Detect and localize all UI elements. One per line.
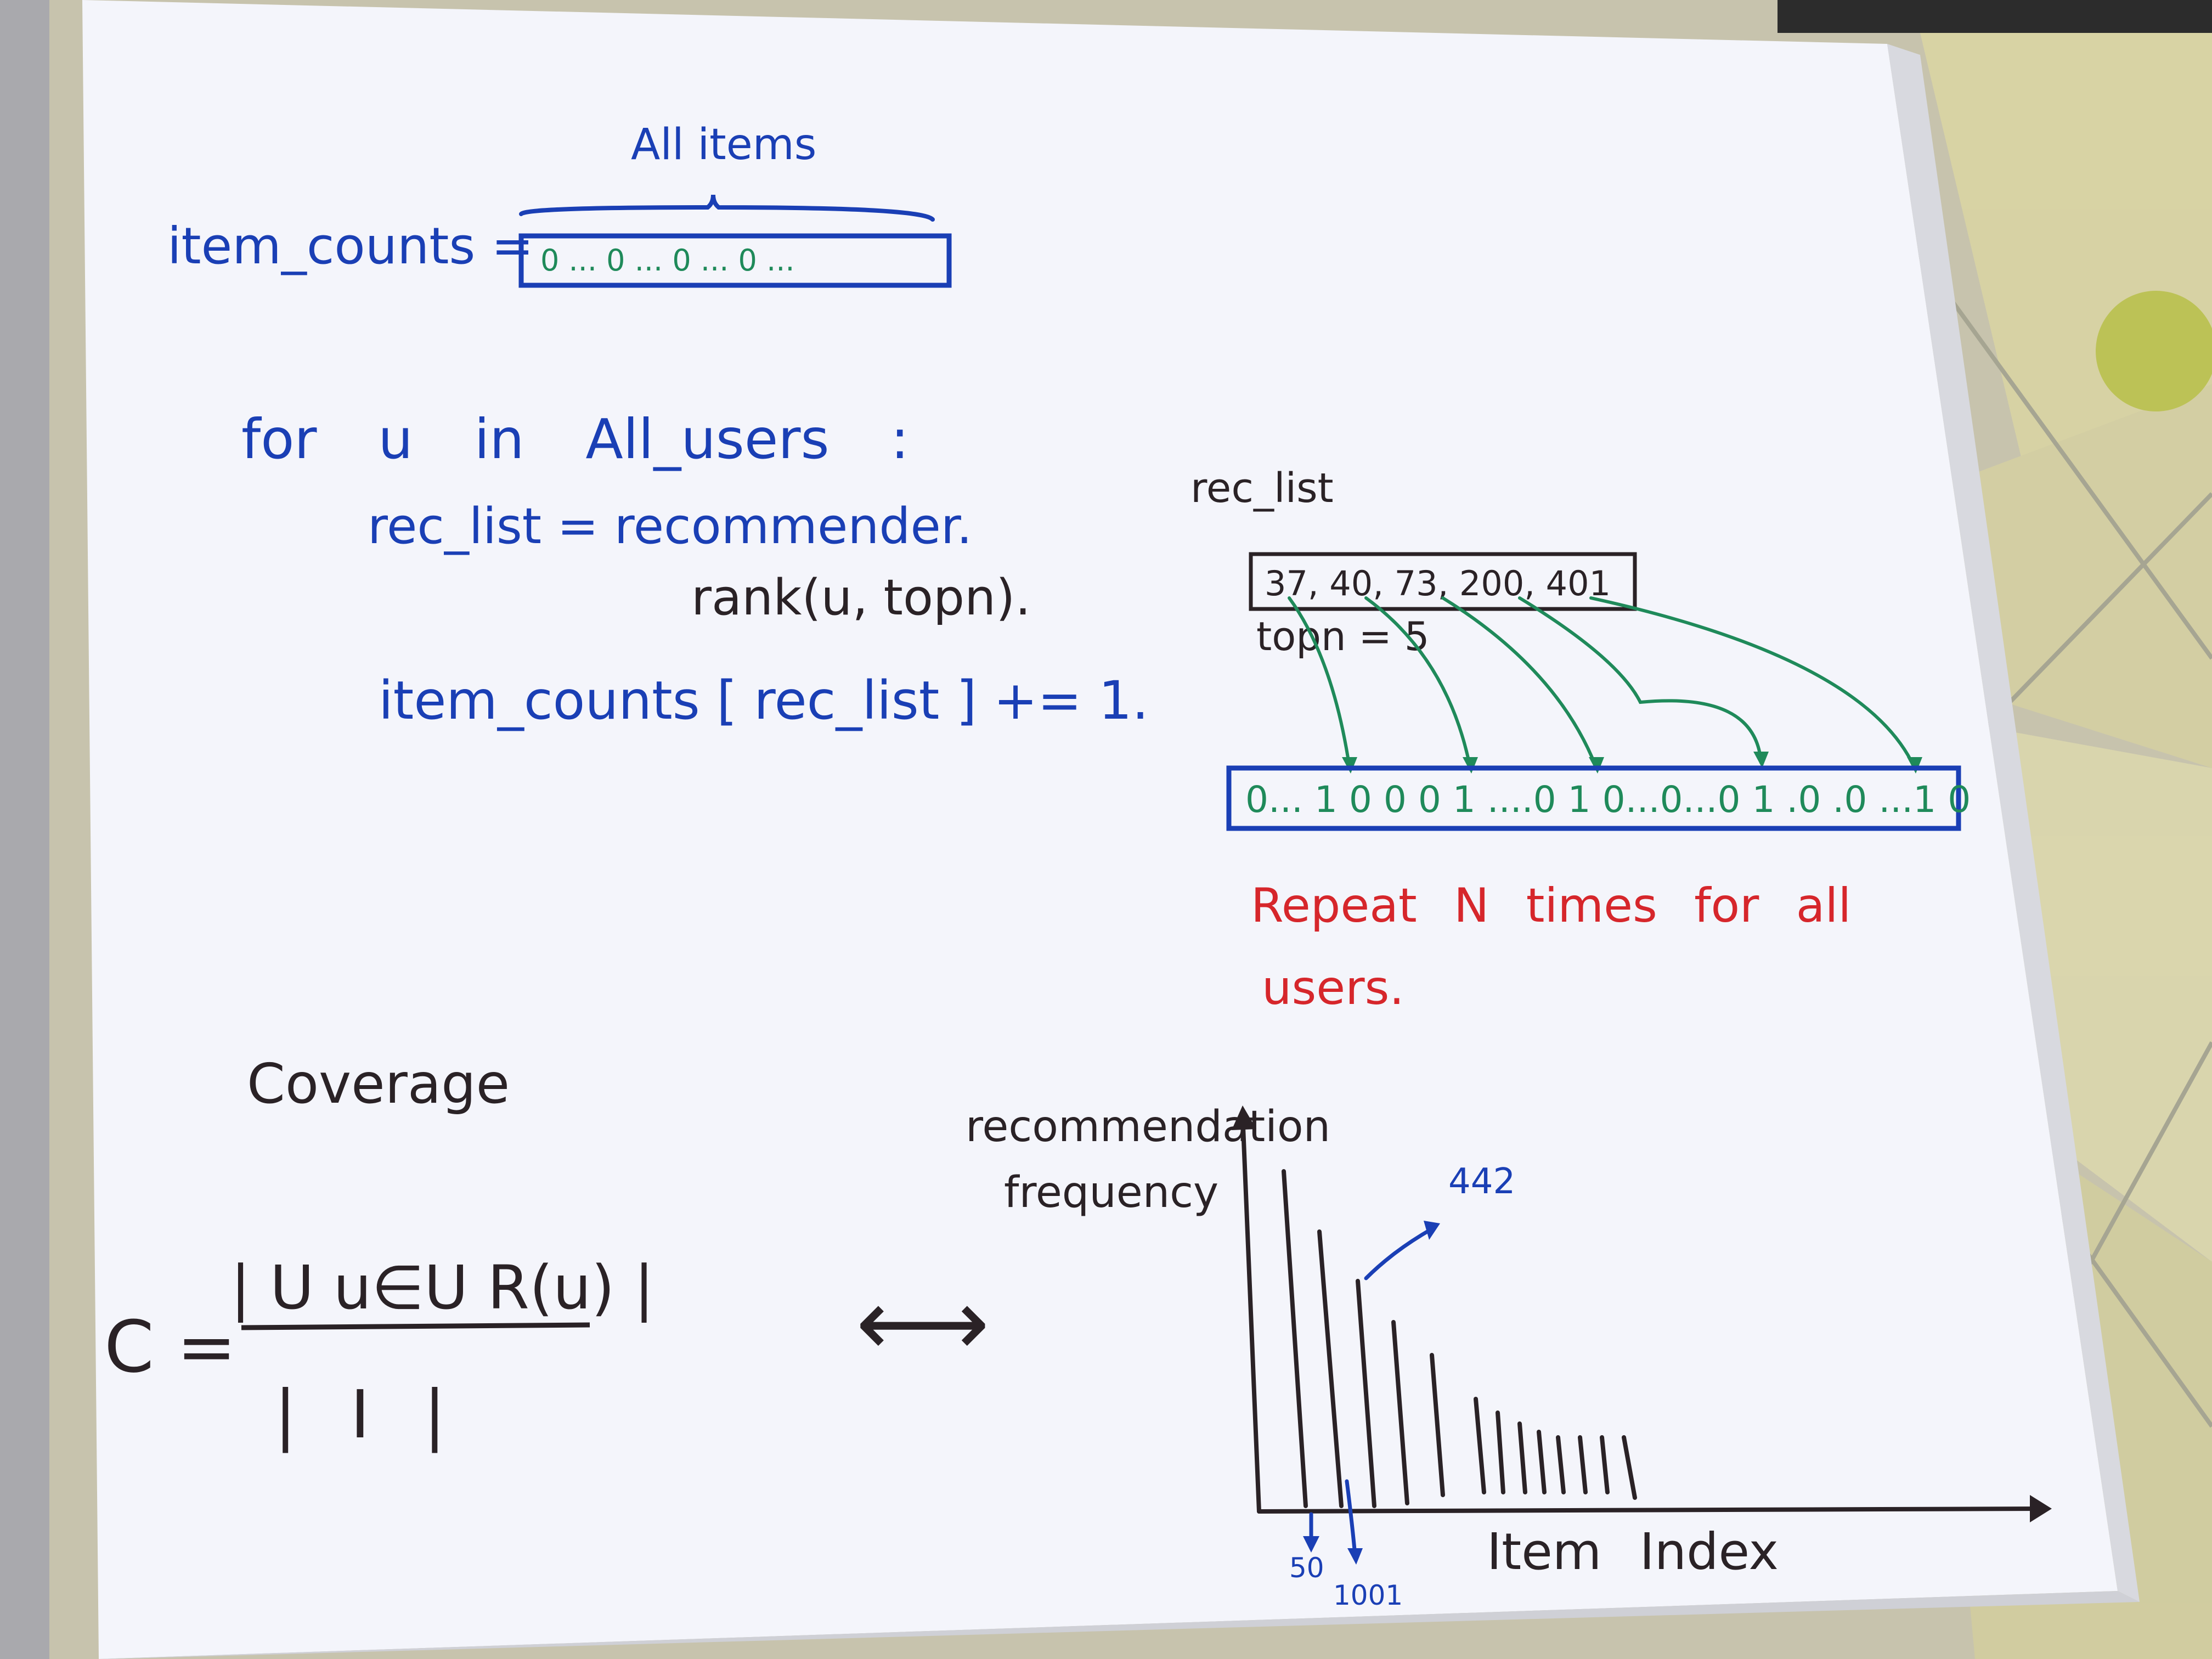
fraction-bar (241, 1322, 590, 1330)
repeat-note-line-2: users. (1262, 961, 1404, 1015)
double-arrow-icon: ⟷ (856, 1269, 990, 1378)
x-tick-50: 50 (1289, 1552, 1324, 1584)
formula-lhs: C = (104, 1305, 236, 1389)
pen (1778, 0, 2212, 33)
x-axis-label: Item Index (1487, 1522, 1779, 1581)
repeat-note-line-1: Repeat N times for all (1251, 878, 1851, 933)
x-axis (1257, 1506, 2043, 1514)
x-tick-1001: 1001 (1333, 1579, 1403, 1611)
counts-array-text: 0... 1 0 0 0 1 ....0 1 0...0...0 1 .0 .0… (1245, 778, 1971, 821)
item-counts-init-label: item_counts = (167, 217, 534, 275)
rank-call-line: rank(u, topn). (691, 569, 1031, 627)
topn-label: topn = 5 (1256, 613, 1430, 659)
rec-list-label: rec_list (1190, 465, 1334, 512)
formula-denominator: | I | (274, 1377, 446, 1453)
peak-annotation: 442 (1448, 1161, 1515, 1202)
for-loop-line: for u in All_users : (241, 407, 909, 471)
y-axis-label-line-2: frequency (1004, 1168, 1218, 1217)
formula-numerator: | U u∈U R(u) | (230, 1252, 654, 1323)
notebook-spine (0, 0, 49, 1659)
increment-line: item_counts [ rec_list ] += 1. (379, 670, 1149, 731)
rec-list-assign-line: rec_list = recommender. (368, 498, 972, 555)
coverage-heading: Coverage (247, 1052, 510, 1116)
rec-list-values: 37, 40, 73, 200, 401 (1265, 563, 1611, 603)
zero-array-text: 0 ... 0 ... 0 ... 0 ... (540, 243, 795, 278)
notebook-photo: All items item_counts = 0 ... 0 ... 0 ..… (0, 0, 2212, 1659)
all-items-label: All items (631, 120, 816, 170)
flower-shape (2096, 291, 2212, 411)
y-axis-label-line-1: recommendation (966, 1102, 1330, 1152)
